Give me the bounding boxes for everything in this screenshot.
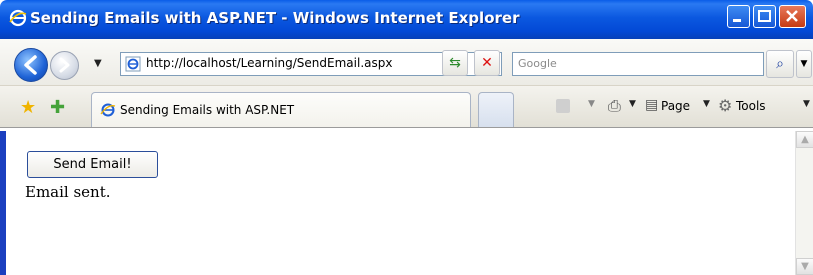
window-title: Sending Emails with ASP.NET - Windows In… bbox=[30, 9, 520, 27]
content-left-border bbox=[0, 131, 6, 275]
browser-window: Sending Emails with ASP.NET - Windows In… bbox=[0, 0, 813, 275]
tools-menu[interactable]: Tools bbox=[736, 99, 766, 113]
scroll-up-button[interactable]: ▲ bbox=[796, 131, 813, 148]
search-options-dropdown[interactable]: ▼ bbox=[796, 50, 812, 78]
maximize-button[interactable] bbox=[753, 5, 776, 28]
refresh-button[interactable]: ⇆ bbox=[442, 50, 468, 76]
forward-button[interactable] bbox=[50, 51, 79, 80]
favorites-center-icon[interactable]: ★ bbox=[20, 97, 36, 118]
search-box[interactable]: Google bbox=[512, 52, 764, 76]
title-bar: Sending Emails with ASP.NET - Windows In… bbox=[0, 0, 813, 39]
status-message: Email sent. bbox=[25, 183, 111, 201]
forward-arrow-icon bbox=[59, 57, 70, 73]
tab-label: Sending Emails with ASP.NET bbox=[120, 103, 295, 117]
stop-icon: ✕ bbox=[481, 55, 493, 71]
navigation-bar: ▼ http://localhost/Learning/SendEmail.as… bbox=[0, 39, 813, 86]
ie-page-icon bbox=[100, 103, 116, 117]
tab-bar: ★ ✚ Sending Emails with ASP.NET ▼ ⎙ ▼ ▤ … bbox=[0, 86, 813, 128]
recent-pages-dropdown[interactable]: ▼ bbox=[94, 58, 102, 69]
page-menu[interactable]: Page bbox=[661, 99, 690, 113]
close-icon bbox=[786, 10, 798, 22]
search-button[interactable]: ⌕ bbox=[766, 50, 794, 78]
page-dropdown[interactable]: ▼ bbox=[703, 99, 710, 109]
minimize-icon bbox=[733, 19, 741, 22]
page-content: Send Email! Email sent. bbox=[10, 131, 793, 275]
back-button[interactable] bbox=[14, 48, 48, 82]
maximize-icon bbox=[758, 10, 771, 22]
ie-page-icon bbox=[125, 56, 141, 72]
search-placeholder: Google bbox=[518, 57, 557, 70]
close-button[interactable] bbox=[779, 5, 806, 28]
feeds-dropdown[interactable]: ▼ bbox=[588, 99, 595, 109]
page-icon: ▤ bbox=[645, 97, 659, 113]
refresh-icon: ⇆ bbox=[449, 55, 461, 71]
gear-icon: ⚙ bbox=[718, 96, 733, 115]
new-tab-button[interactable] bbox=[478, 92, 514, 127]
add-favorites-icon[interactable]: ✚ bbox=[50, 97, 65, 118]
tools-dropdown[interactable]: ▼ bbox=[803, 99, 810, 109]
vertical-scrollbar[interactable]: ▲ ▼ bbox=[795, 131, 813, 275]
search-icon: ⌕ bbox=[776, 56, 784, 72]
scroll-down-button[interactable]: ▼ bbox=[796, 258, 813, 275]
back-arrow-icon bbox=[24, 55, 37, 75]
stop-button[interactable]: ✕ bbox=[474, 50, 500, 76]
print-icon[interactable]: ⎙ bbox=[608, 96, 621, 116]
minimize-button[interactable] bbox=[727, 5, 750, 28]
tab-current[interactable]: Sending Emails with ASP.NET bbox=[91, 92, 471, 127]
address-url: http://localhost/Learning/SendEmail.aspx bbox=[146, 56, 393, 70]
ie-logo-icon bbox=[9, 9, 27, 27]
feeds-icon[interactable] bbox=[556, 99, 570, 113]
print-dropdown[interactable]: ▼ bbox=[629, 99, 636, 109]
send-email-button[interactable]: Send Email! bbox=[27, 151, 158, 178]
